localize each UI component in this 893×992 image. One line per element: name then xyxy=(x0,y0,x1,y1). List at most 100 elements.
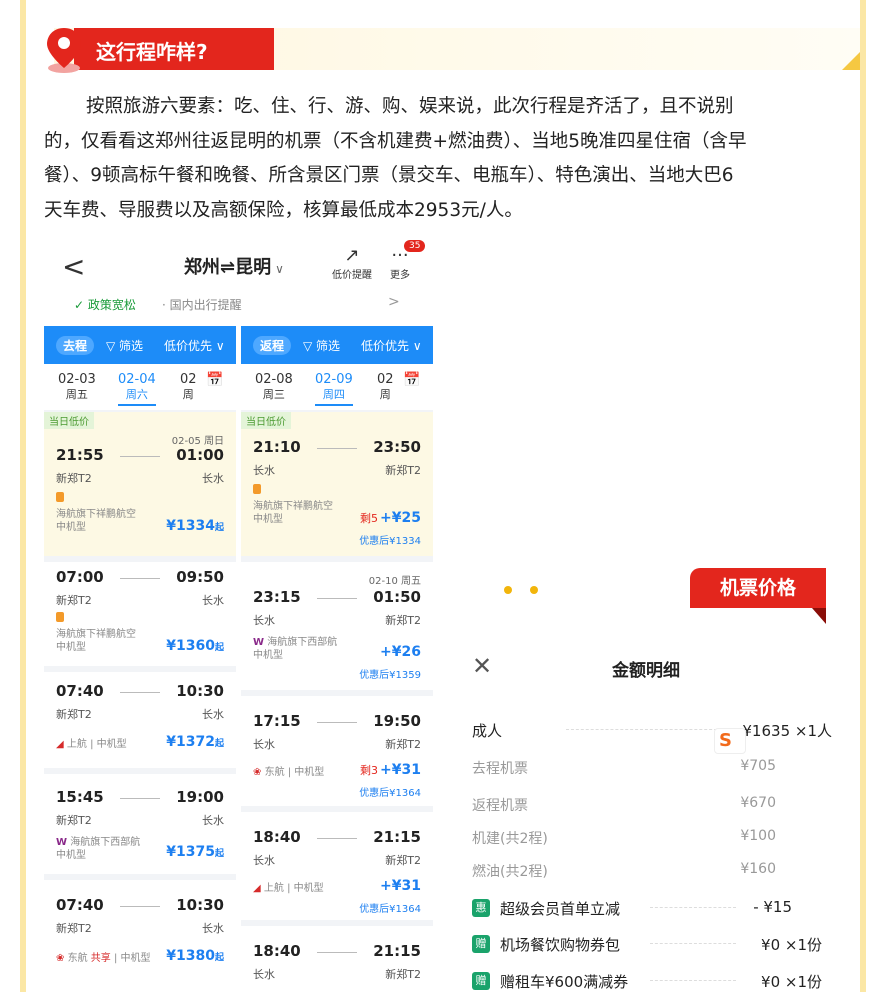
route-line xyxy=(120,798,160,799)
weekday-label: 周 xyxy=(379,388,391,401)
departure-time: 07:40 xyxy=(56,896,104,914)
weekday-label: 周四 xyxy=(322,388,345,401)
location-pin-icon xyxy=(47,28,81,73)
arrival-time: 01:00 xyxy=(176,446,224,464)
flight-card[interactable]: 07:40 10:30 新郑T2 长水 ❀ 东航 共享 | 中机型 ¥1380起 xyxy=(44,880,236,992)
price-value: +¥31 xyxy=(380,762,421,778)
departure-time: 15:45 xyxy=(56,788,104,806)
flight-card[interactable]: 18:40 21:15 长水 新郑T2 xyxy=(241,926,433,992)
airline-name: 上航 | 中机型 xyxy=(263,883,324,894)
date-label: 02 xyxy=(377,372,394,387)
row-label: 返程机票 xyxy=(472,798,528,814)
date-item-selected[interactable]: 02-09 周四 xyxy=(315,372,353,406)
price-value: +¥26 xyxy=(380,644,421,660)
chevron-right-icon: > xyxy=(388,294,400,310)
arrival-airport: 长水 xyxy=(202,594,224,607)
notification-badge: 35 xyxy=(404,240,426,252)
discount-icon: 惠 xyxy=(472,899,490,917)
airline-logo-icon: ❀ xyxy=(56,953,65,964)
departure-airport: 长水 xyxy=(253,854,275,867)
departure-time: 21:10 xyxy=(253,438,301,456)
carousel-dot[interactable] xyxy=(504,586,512,594)
arrival-airport: 新郑T2 xyxy=(385,968,421,981)
tab-return[interactable]: 返程 xyxy=(253,336,292,355)
price-value: +¥31 xyxy=(380,878,421,894)
route-line xyxy=(120,906,160,907)
sort-button[interactable]: 低价优先 ∨ xyxy=(361,337,422,354)
paragraph-line: 按照旅游六要素：吃、住、行、游、购、娱来说，此次行程是齐活了，且不说别 xyxy=(86,96,734,117)
date-item[interactable]: 02-08 周三 xyxy=(255,372,293,402)
arrival-time: 10:30 xyxy=(176,896,224,914)
row-label: 燃油(共2程) xyxy=(472,864,548,880)
plane-type: | 中机型 xyxy=(113,953,151,964)
filter-button[interactable]: ▽ 筛选 xyxy=(303,337,340,354)
carousel-dot[interactable] xyxy=(530,586,538,594)
departure-time: 23:15 xyxy=(253,588,301,606)
flight-price: +¥31 xyxy=(380,878,421,894)
filter-button[interactable]: ▽ 筛选 xyxy=(106,337,143,354)
arrival-time: 10:30 xyxy=(176,682,224,700)
price-unit: 起 xyxy=(214,953,224,963)
flight-price: +¥26 xyxy=(380,644,421,660)
route-line xyxy=(120,578,160,579)
weekday-label: 周五 xyxy=(65,388,88,401)
arrival-time: 19:50 xyxy=(373,712,421,730)
weekday-label: 周三 xyxy=(262,388,285,401)
flight-card[interactable]: 07:40 10:30 新郑T2 长水 ◢ 上航 | 中机型 ¥1372起 xyxy=(44,672,236,768)
route-text: 郑州⇌昆明 xyxy=(184,257,272,278)
tab-outbound[interactable]: 去程 xyxy=(56,336,95,355)
departure-time: 18:40 xyxy=(253,942,301,960)
flight-card[interactable]: 15:45 19:00 新郑T2 长水 W 海航旗下西部航 中机型 ¥1375起 xyxy=(44,774,236,874)
policy-bar[interactable]: ✓ 政策宽松 · 国内出行提醒 > xyxy=(44,294,434,324)
price-unit: 起 xyxy=(214,523,224,533)
row-label: 机建(共2程) xyxy=(472,831,548,847)
flight-card[interactable]: 18:40 21:15 长水 新郑T2 ◢ 上航 | 中机型 +¥31 优惠后¥… xyxy=(241,812,433,920)
dotted-leader xyxy=(566,729,722,730)
date-item[interactable]: 02-03 周五 xyxy=(58,372,96,402)
flight-card[interactable]: 02-10 周五 23:15 01:50 长水 新郑T2 W 海航旗下西部航 中机… xyxy=(241,562,433,690)
flight-card[interactable]: 当日低价 21:10 23:50 长水 新郑T2 海航旗下祥鹏航空 中机型 剩5 +… xyxy=(241,412,433,556)
calendar-icon[interactable]: 📅 xyxy=(403,372,420,388)
flight-price: ¥1360起 xyxy=(166,638,224,654)
date-label: 02-03 xyxy=(58,372,96,387)
calendar-icon[interactable]: 📅 xyxy=(206,372,223,388)
price-alert-button[interactable]: ↗ 低价提醒 xyxy=(332,246,372,282)
row-label: 成人 xyxy=(472,722,503,740)
return-header: 返程 ▽ 筛选 低价优先 ∨ xyxy=(241,326,433,364)
page-frame-left xyxy=(20,0,26,992)
paragraph-line: 的，仅看看这郑州往返昆明的机票（不含机建费+燃油费）、当地5晚准四星住宿（含早 xyxy=(44,130,747,152)
back-icon[interactable]: < xyxy=(62,250,85,283)
date-item-selected[interactable]: 02-04 周六 xyxy=(118,372,156,406)
plane-type: 中机型 xyxy=(253,650,283,661)
return-column: 返程 ▽ 筛选 低价优先 ∨ 02-08 周三 02-09 周四 02 周 📅 当日低… xyxy=(241,326,433,992)
flight-card[interactable]: 07:00 09:50 新郑T2 长水 海航旗下祥鹏航空 中机型 ¥1360起 xyxy=(44,562,236,666)
policy-text: · 国内出行提醒 xyxy=(162,298,242,312)
airline-logo-icon xyxy=(56,612,64,622)
low-price-tag: 当日低价 xyxy=(44,412,94,429)
weekday-label: 周 xyxy=(182,388,194,401)
flight-price: 剩5 +¥25 xyxy=(360,510,421,526)
policy-check: ✓ 政策宽松 xyxy=(74,298,136,312)
date-item[interactable]: 02 周 xyxy=(180,372,197,402)
date-item[interactable]: 02 周 xyxy=(377,372,394,402)
close-icon[interactable]: ✕ xyxy=(472,652,492,680)
price-value: ¥1334 xyxy=(166,518,215,534)
route-title[interactable]: 郑州⇌昆明 ∨ xyxy=(184,253,284,279)
paragraph-line: 餐）、9顿高标午餐和晚餐、所含景区门票（景交车、电瓶车）、特色演出、当地大巴6 xyxy=(44,165,734,186)
perk-label: 机场餐饮购物券包 xyxy=(500,936,621,954)
outbound-header: 去程 ▽ 筛选 低价优先 ∨ xyxy=(44,326,236,364)
airline-info: ❀ 东航 共享 | 中机型 xyxy=(56,952,151,965)
flight-card[interactable]: 17:15 19:50 长水 新郑T2 ❀ 东航 | 中机型 剩3 +¥31 优惠… xyxy=(241,696,433,806)
route-line xyxy=(317,448,357,449)
airline-name: 海航旗下祥鹏航空 xyxy=(56,629,136,640)
price-value: ¥1372 xyxy=(166,734,215,750)
arrival-time: 01:50 xyxy=(373,588,421,606)
departure-time: 07:00 xyxy=(56,568,104,586)
arrival-airport: 长水 xyxy=(202,708,224,721)
paragraph-line: 天车费、导服费以及高额保险，核算最低成本2953元/人。 xyxy=(44,199,523,221)
perk-label: 超级会员首单立减 xyxy=(500,900,621,918)
arrival-airport: 长水 xyxy=(202,922,224,935)
sort-button[interactable]: 低价优先 ∨ xyxy=(164,337,225,354)
flight-card[interactable]: 当日低价 02-05 周日 21:55 01:00 新郑T2 长水 海航旗下祥鹏… xyxy=(44,412,236,556)
flight-price: ¥1334起 xyxy=(166,518,224,534)
